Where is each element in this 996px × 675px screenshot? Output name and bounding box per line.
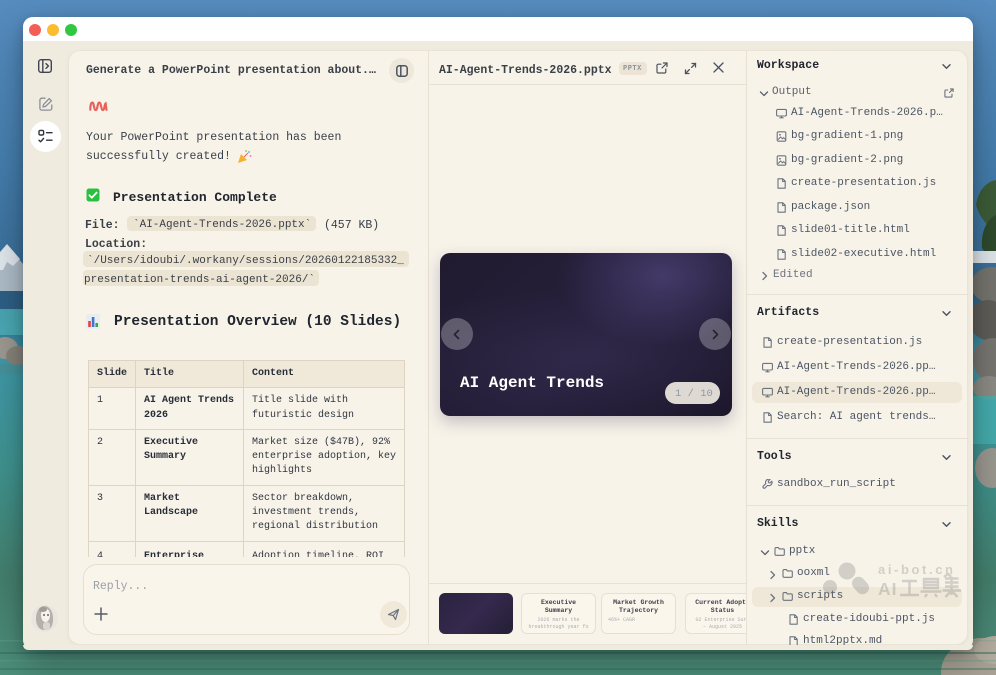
svg-text:AI: AI: [878, 579, 898, 599]
svg-text:ai-bot.cn: ai-bot.cn: [878, 562, 956, 577]
